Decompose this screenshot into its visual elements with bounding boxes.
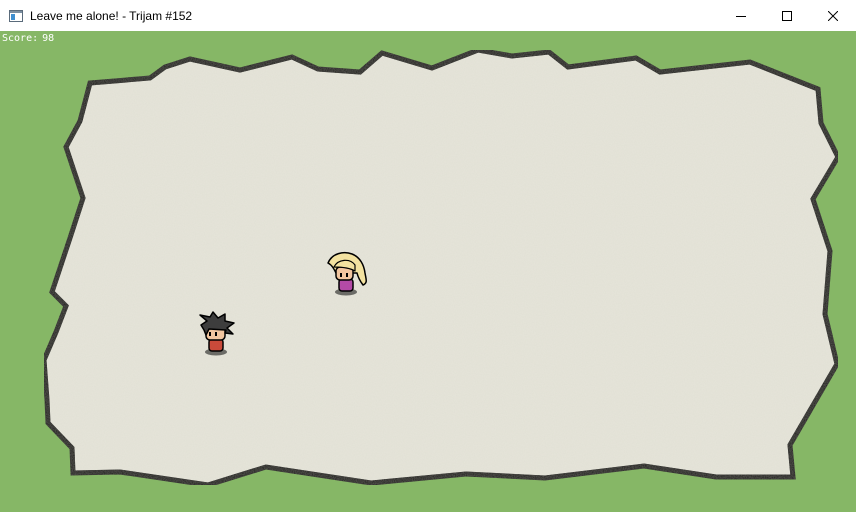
maximize-icon — [782, 10, 792, 21]
window-title: Leave me alone! - Trijam #152 — [30, 8, 193, 23]
npc-eye-left — [340, 273, 342, 277]
minimize-icon — [736, 15, 746, 17]
score-value: 98 — [42, 33, 55, 44]
npc-eye-right — [346, 273, 348, 277]
score-label: Score: — [2, 33, 39, 44]
npc-body — [338, 278, 354, 292]
title-bar[interactable]: Leave me alone! - Trijam #152 — [0, 0, 856, 31]
minimize-button[interactable] — [718, 0, 764, 31]
game-viewport[interactable]: Score: 98 — [0, 31, 856, 512]
maximize-button[interactable] — [764, 0, 810, 31]
game-stage — [0, 31, 856, 512]
app-window-icon — [8, 8, 24, 24]
score-display: Score: 98 — [2, 33, 54, 44]
game-window: Leave me alone! - Trijam #152 Score: 98 — [0, 0, 856, 512]
arena-floor — [41, 47, 841, 488]
player-eye-right — [215, 332, 217, 336]
player-body — [208, 338, 224, 352]
close-icon — [828, 10, 838, 21]
player-eye-left — [209, 332, 211, 336]
window-controls — [718, 0, 856, 31]
close-button[interactable] — [810, 0, 856, 31]
